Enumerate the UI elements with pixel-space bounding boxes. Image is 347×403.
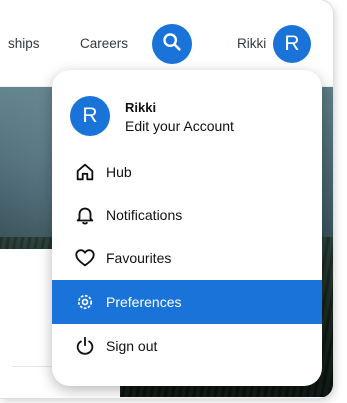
menu-item-favourites[interactable]: Favourites <box>52 236 322 280</box>
user-name[interactable]: Rikki <box>237 36 266 51</box>
account-menu: R Rikki Edit your Account Hub Notificati… <box>52 70 322 386</box>
menu-item-preferences[interactable]: Preferences <box>52 280 322 324</box>
bell-icon <box>74 204 96 226</box>
search-button[interactable] <box>152 24 192 64</box>
page: ships Careers Rikki R R Rikki Edit your … <box>0 0 347 403</box>
edit-account-link: Edit your Account <box>125 118 234 134</box>
menu-item-sign-out[interactable]: Sign out <box>52 324 322 368</box>
menu-item-label: Hub <box>106 164 132 180</box>
menu-item-label: Sign out <box>106 338 158 354</box>
browser-viewport: ships Careers Rikki R R Rikki Edit your … <box>0 0 333 398</box>
heart-icon <box>74 247 96 269</box>
home-icon <box>74 161 96 183</box>
avatar[interactable]: R <box>273 25 311 63</box>
menu-user-name: Rikki <box>125 100 157 115</box>
menu-item-label: Preferences <box>106 294 182 310</box>
menu-avatar: R <box>70 96 110 136</box>
menu-item-label: Favourites <box>106 250 172 266</box>
menu-item-hub[interactable]: Hub <box>52 150 322 194</box>
power-icon <box>74 335 96 357</box>
nav-link-ships[interactable]: ships <box>8 36 40 51</box>
menu-item-notifications[interactable]: Notifications <box>52 193 322 237</box>
menu-item-label: Notifications <box>106 207 183 223</box>
nav-link-careers[interactable]: Careers <box>80 36 128 51</box>
search-icon <box>161 31 183 58</box>
gear-icon <box>74 291 96 313</box>
